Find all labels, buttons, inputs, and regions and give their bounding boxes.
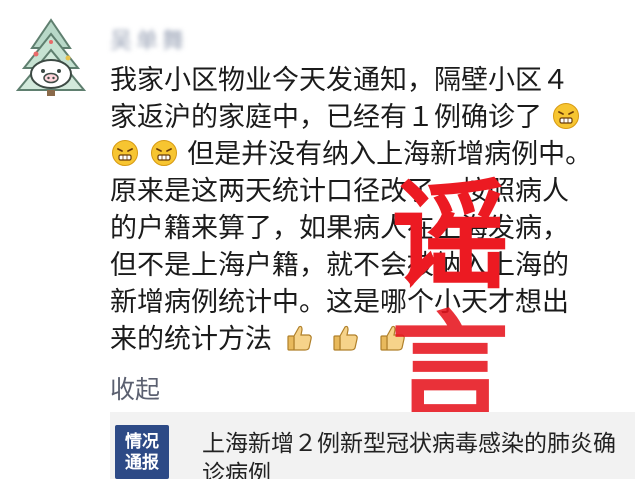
moments-post: 吴单舞 我家小区物业今天发通知，隔壁小区４ 家返沪的家庭中，已经有１例确诊了 但… [0, 0, 640, 479]
thumbs-up-icon [286, 325, 312, 351]
grimace-emoji-icon [552, 103, 579, 129]
shared-news-card[interactable]: 情况 通报 上海新增２例新型冠状病毒感染的肺炎确诊病例 [110, 412, 635, 479]
news-thumbnail: 情况 通报 [115, 425, 169, 479]
collapse-link[interactable]: 收起 [110, 370, 160, 406]
news-title[interactable]: 上海新增２例新型冠状病毒感染的肺炎确诊病例 [202, 429, 627, 479]
post-line: 原来是这两天统计口径改了，按照病人 [110, 173, 630, 210]
post-line: 但不是上海户籍，就不会被纳入上海的 [110, 247, 630, 284]
avatar[interactable] [10, 16, 92, 98]
christmas-tree-pig-icon [10, 16, 92, 98]
news-thumbnail-line: 通报 [125, 453, 159, 473]
news-thumbnail-line: 情况 [125, 432, 159, 452]
post-line-text: 我家小区物业今天发通知，隔壁小区４ [110, 65, 569, 96]
username[interactable]: 吴单舞 [110, 23, 188, 55]
post-line-text: 来的统计方法 [110, 324, 272, 355]
post-line: 来的统计方法 [110, 321, 630, 358]
post-line: 家返沪的家庭中，已经有１例确诊了 [110, 99, 630, 136]
post-line: 新增病例统计中。这是哪个小天才想出 [110, 284, 630, 321]
thumbs-up-icon [333, 325, 359, 351]
post-line-text: 家返沪的家庭中，已经有１例确诊了 [110, 102, 542, 133]
rumor-stamp-char: 谣 [390, 166, 509, 305]
post-line: 我家小区物业今天发通知，隔壁小区４ [110, 62, 630, 99]
post-line: 但是并没有纳入上海新增病例中。 [110, 136, 630, 173]
post-line-text: 但是并没有纳入上海新增病例中。 [187, 139, 593, 170]
post-line: 的户籍来算了，如果病人在上海发病， [110, 210, 630, 247]
post-text: 我家小区物业今天发通知，隔壁小区４ 家返沪的家庭中，已经有１例确诊了 但是并没有… [110, 62, 630, 358]
grimace-emoji-icon [150, 140, 177, 166]
grimace-emoji-icon [112, 140, 138, 166]
rumor-stamp: 谣 言 [388, 170, 512, 434]
